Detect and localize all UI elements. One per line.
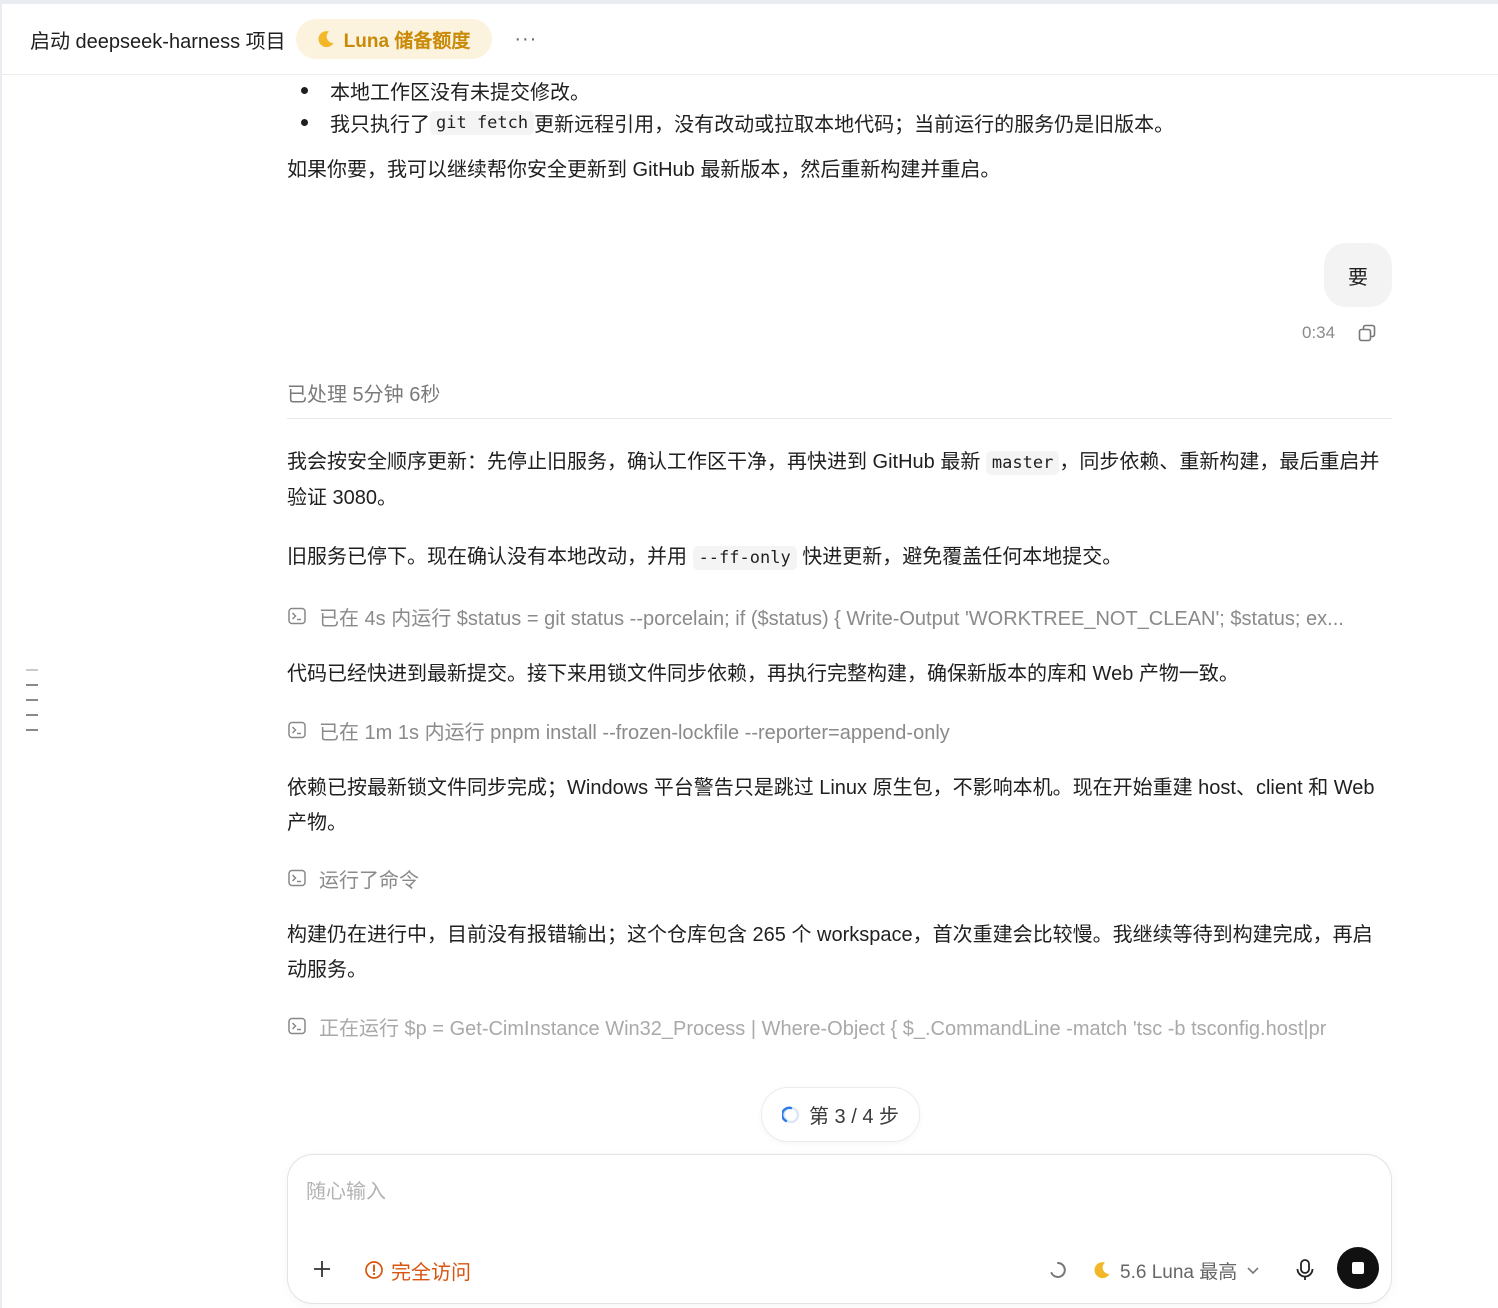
command-row[interactable]: 运行了命令 bbox=[287, 863, 1392, 893]
assistant-paragraph: 如果你要，我可以继续帮你安全更新到 GitHub 最新版本，然后重新构建并重启。 bbox=[287, 153, 1392, 188]
quota-label: Luna 储备额度 bbox=[343, 30, 471, 52]
moon-icon bbox=[318, 31, 334, 48]
stop-icon bbox=[1352, 1262, 1364, 1274]
inline-code: master bbox=[985, 451, 1060, 475]
composer: 完全访问 5.6 Luna 最高 bbox=[287, 1154, 1392, 1304]
terminal-icon bbox=[288, 721, 306, 739]
divider bbox=[287, 418, 1392, 419]
inline-code: git fetch bbox=[430, 110, 535, 135]
assistant-paragraph: 代码已经快进到最新提交。接下来用锁文件同步依赖，再执行完整构建，确保新版本的库和… bbox=[287, 657, 1392, 692]
p2-before: 旧服务已停下。现在确认没有本地改动，并用 bbox=[287, 546, 693, 568]
bullet-text-before: 我只执行了 bbox=[330, 114, 430, 136]
more-icon[interactable]: ··· bbox=[514, 28, 537, 51]
model-label: 5.6 Luna 最高 bbox=[1120, 1261, 1238, 1283]
command-row[interactable]: 已在 1m 1s 内运行 pnpm install --frozen-lockf… bbox=[287, 715, 1392, 745]
processed-time[interactable]: 已处理 5分钟 6秒 bbox=[287, 378, 440, 407]
chevron-down-icon bbox=[1247, 1267, 1259, 1275]
copy-icon[interactable] bbox=[1357, 323, 1377, 343]
assistant-paragraph: 我会按安全顺序更新：先停止旧服务，确认工作区干净，再快进到 GitHub 最新 … bbox=[287, 445, 1392, 516]
moon-icon bbox=[1094, 1262, 1110, 1279]
command-text: 正在运行 $p = Get-CimInstance Win32_Process … bbox=[319, 1017, 1327, 1040]
p1-before: 我会按安全顺序更新：先停止旧服务，确认工作区干净，再快进到 GitHub 最新 bbox=[287, 451, 986, 473]
terminal-icon bbox=[288, 1017, 306, 1035]
list-item: 本地工作区没有未提交修改。 bbox=[287, 76, 590, 105]
scroll-indicator[interactable] bbox=[26, 669, 38, 744]
p5-text: 构建仍在进行中，目前没有报错输出；这个仓库包含 265 个 workspace，… bbox=[287, 924, 1373, 981]
p3-text: 代码已经快进到最新提交。接下来用锁文件同步依赖，再执行完整构建，确保新版本的库和… bbox=[287, 663, 1239, 685]
step-indicator[interactable]: 第 3 / 4 步 bbox=[761, 1087, 920, 1142]
model-area: 5.6 Luna 最高 bbox=[1048, 1254, 1261, 1286]
message-input[interactable] bbox=[306, 1177, 1366, 1207]
offer-text: 如果你要，我可以继续帮你安全更新到 GitHub 最新版本，然后重新构建并重启。 bbox=[287, 159, 1001, 181]
spinner-icon bbox=[781, 1106, 800, 1123]
bullet-text: 本地工作区没有未提交修改。 bbox=[330, 82, 590, 104]
command-text: 运行了命令 bbox=[319, 869, 419, 892]
command-text: 已在 1m 1s 内运行 pnpm install --frozen-lockf… bbox=[319, 721, 950, 744]
full-access-button[interactable]: 完全访问 bbox=[364, 1256, 471, 1284]
terminal-icon bbox=[288, 869, 306, 887]
p2-after: 快进更新，避免覆盖任何本地提交。 bbox=[796, 546, 1123, 568]
page-title: 启动 deepseek-harness 项目 bbox=[30, 30, 286, 53]
command-row[interactable]: 已在 4s 内运行 $status = git status --porcela… bbox=[287, 601, 1392, 631]
user-message-text: 要 bbox=[1348, 266, 1368, 289]
quota-badge[interactable]: Luna 储备额度 bbox=[295, 19, 493, 59]
bullet-text-after: 更新远程引用，没有改动或拉取本地代码；当前运行的服务仍是旧版本。 bbox=[534, 114, 1175, 136]
plus-icon bbox=[314, 1261, 330, 1277]
step-label: 第 3 / 4 步 bbox=[808, 1106, 900, 1128]
terminal-icon bbox=[288, 607, 306, 625]
spinner-icon bbox=[1050, 1262, 1066, 1278]
command-row-running[interactable]: 正在运行 $p = Get-CimInstance Win32_Process … bbox=[287, 1011, 1392, 1041]
assistant-paragraph: 旧服务已停下。现在确认没有本地改动，并用 --ff-only 快进更新，避免覆盖… bbox=[287, 540, 1392, 576]
mic-icon[interactable] bbox=[1294, 1258, 1316, 1282]
access-label: 完全访问 bbox=[391, 1261, 471, 1284]
command-text: 已在 4s 内运行 $status = git status --porcela… bbox=[319, 607, 1344, 630]
app-window: 启动 deepseek-harness 项目 Luna 储备额度 ··· 本地工… bbox=[0, 0, 1498, 1308]
assistant-paragraph: 构建仍在进行中，目前没有报错输出；这个仓库包含 265 个 workspace，… bbox=[287, 918, 1392, 988]
p4-text: 依赖已按最新锁文件同步完成；Windows 平台警告只是跳过 Linux 原生包… bbox=[287, 777, 1375, 834]
inline-code: --ff-only bbox=[692, 546, 797, 570]
message-timestamp: 0:34 bbox=[1302, 323, 1336, 342]
warning-icon bbox=[365, 1261, 383, 1279]
stop-button[interactable] bbox=[1337, 1247, 1379, 1289]
user-message-bubble: 要 bbox=[1324, 243, 1392, 307]
header-bar: 启动 deepseek-harness 项目 Luna 储备额度 ··· bbox=[2, 4, 1498, 75]
assistant-paragraph: 依赖已按最新锁文件同步完成；Windows 平台警告只是跳过 Linux 原生包… bbox=[287, 771, 1392, 841]
list-item: 我只执行了 git fetch 更新远程引用，没有改动或拉取本地代码；当前运行的… bbox=[287, 108, 1174, 137]
add-attachment-button[interactable] bbox=[308, 1255, 336, 1283]
model-selector[interactable]: 5.6 Luna 最高 bbox=[1092, 1257, 1261, 1284]
